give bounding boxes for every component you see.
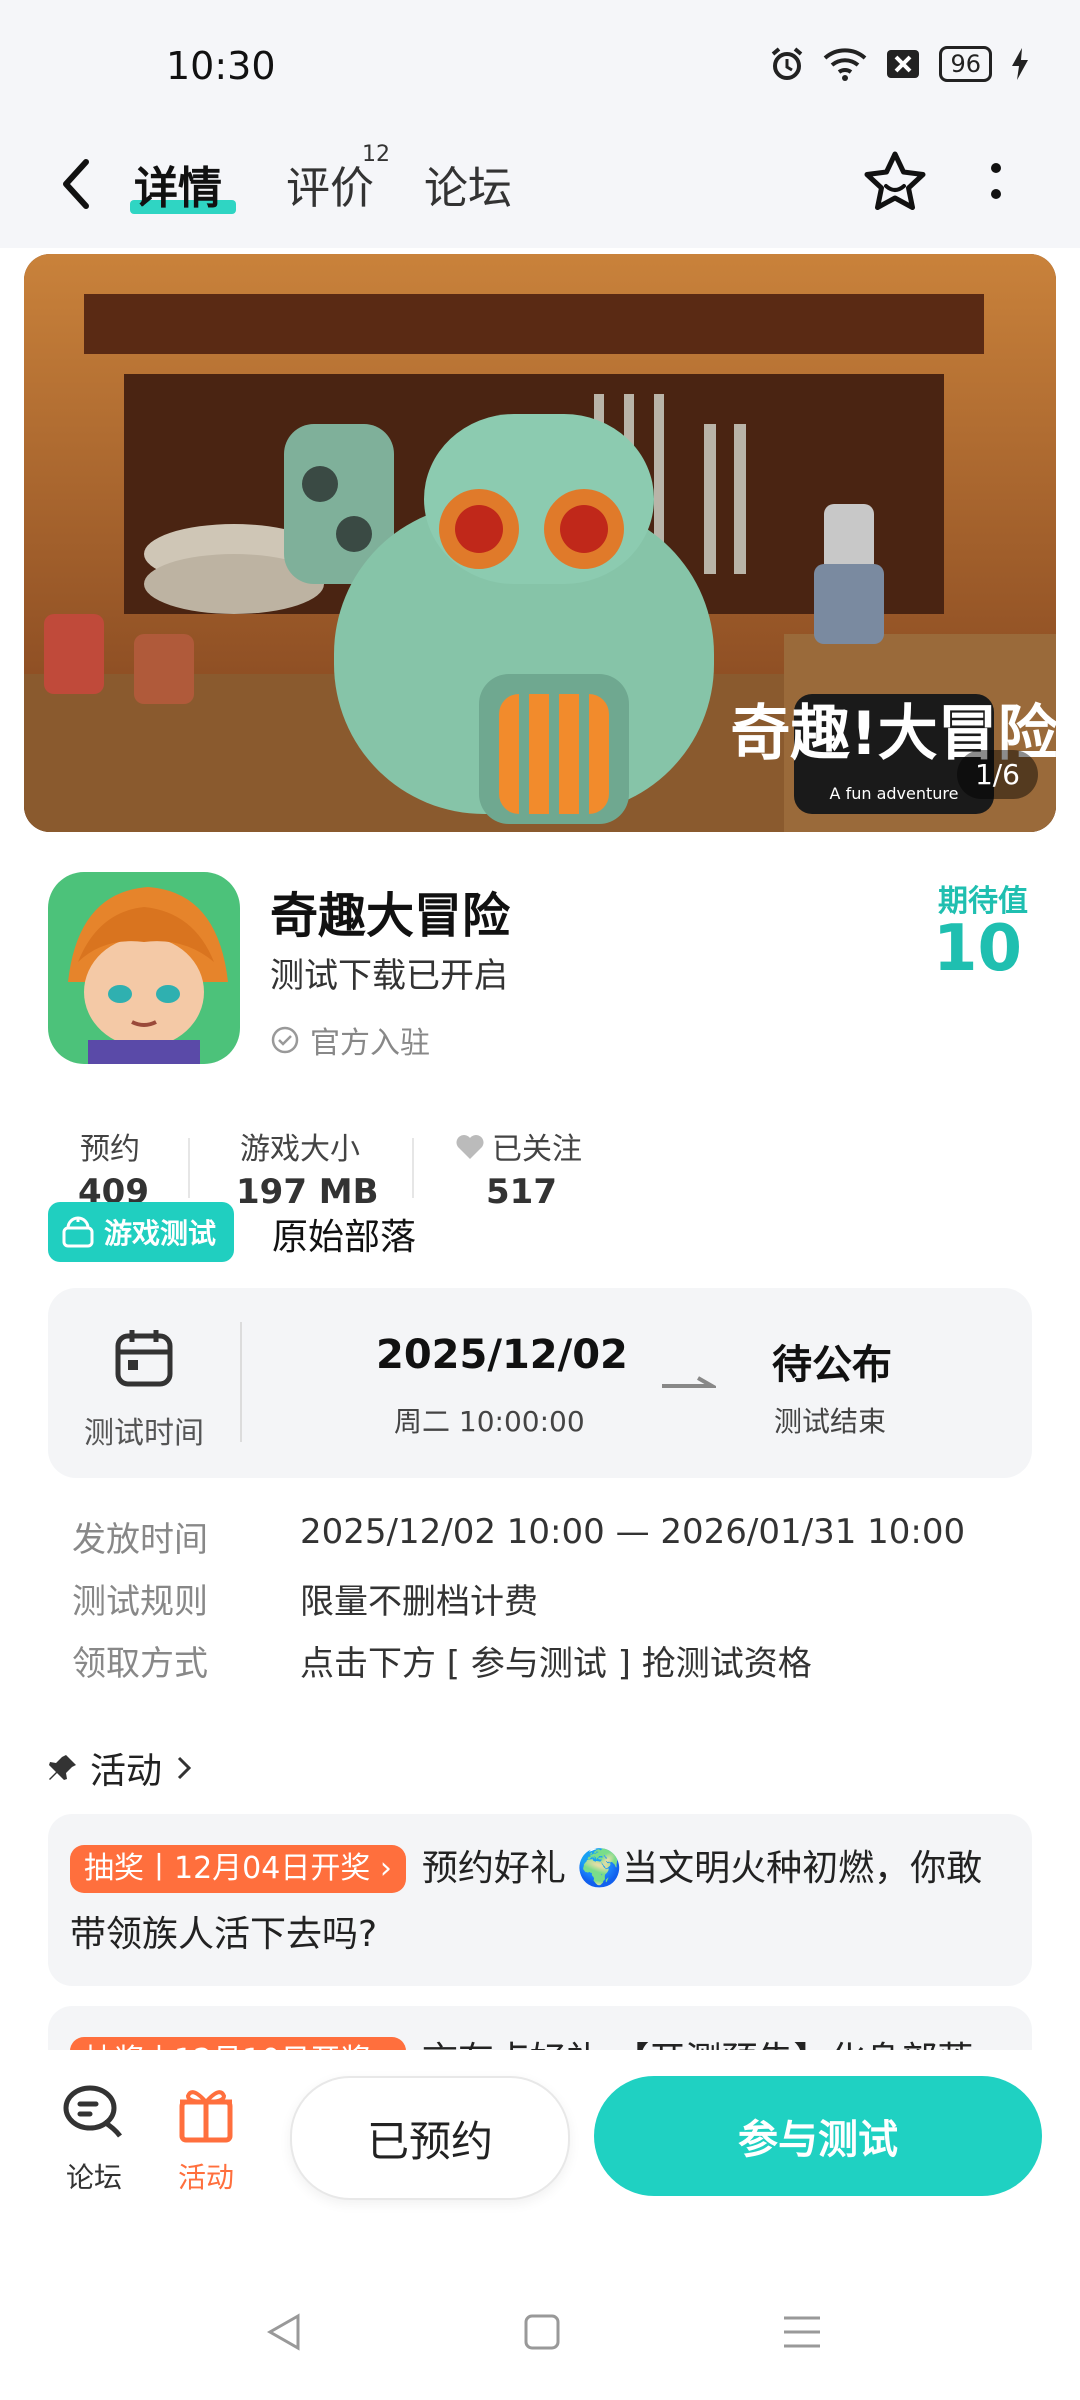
info-value-claim-method: 点击下方 [ 参与测试 ] 抢测试资格: [300, 1644, 812, 1684]
arrow-right-icon: [662, 1376, 716, 1388]
banner-logo-subtitle: A fun adventure: [830, 784, 959, 803]
tab-details[interactable]: 详情: [134, 152, 222, 216]
join-test-button[interactable]: 参与测试: [594, 2076, 1042, 2196]
stat-divider: [412, 1138, 414, 1198]
info-value-release-time: 2025/12/02 10:00 — 2026/01/31 10:00: [300, 1512, 966, 1552]
info-key-test-rules: 测试规则: [72, 1582, 208, 1622]
tab-forum[interactable]: 论坛: [424, 152, 512, 216]
battery-indicator: 96: [939, 46, 992, 82]
game-test-label: 游戏测试: [104, 1217, 217, 1250]
app-icon: [48, 872, 240, 1064]
wifi-icon: [824, 48, 867, 81]
activity-card[interactable]: 抽奖丨12月04日开奖 › 预约好礼 🌍当文明火种初燃，你敢带领族人活下去吗?: [48, 1814, 1032, 1986]
game-test-tag: 游戏测试: [48, 1202, 235, 1262]
info-value-test-rules: 限量不删档计费: [300, 1582, 538, 1622]
system-menu-icon[interactable]: [782, 2314, 822, 2350]
activity-nav-label[interactable]: 活动: [178, 2156, 234, 2196]
calendar-icon: [115, 1330, 173, 1387]
expect-value: 10: [932, 912, 1022, 986]
app-subtitle: 测试下载已开启: [270, 956, 508, 996]
stat-followed-value: 517: [486, 1172, 557, 1212]
stat-followed-label: 已关注: [492, 1132, 582, 1167]
forum-nav-label[interactable]: 论坛: [66, 2156, 122, 2196]
test-time-label: 测试时间: [84, 1416, 204, 1451]
chevron-right-icon: [177, 1756, 192, 1780]
banner-page-indicator: 1/6: [956, 750, 1038, 799]
time-card-divider: [240, 1322, 242, 1442]
review-count-badge: 12: [362, 142, 390, 167]
system-back-icon[interactable]: [266, 2312, 302, 2352]
more-options-icon[interactable]: [986, 158, 1006, 208]
banner-carousel[interactable]: 奇趣!大冒险 A fun adventure: [24, 254, 1056, 832]
stat-size-label: 游戏大小: [240, 1132, 360, 1167]
official-badge: 官方入驻: [270, 1018, 430, 1062]
charging-icon: [1012, 48, 1028, 80]
stat-followed[interactable]: 已关注: [454, 1124, 582, 1168]
tab-reviews[interactable]: 评价: [286, 152, 374, 216]
stat-size-value: 197 MB: [236, 1172, 379, 1212]
system-home-icon[interactable]: [524, 2314, 560, 2350]
pin-icon: [49, 1755, 76, 1780]
reserved-button[interactable]: 已预约: [290, 2076, 570, 2200]
test-icon: [62, 1216, 94, 1248]
stat-divider: [188, 1138, 190, 1198]
banner-artwork: 奇趣!大冒险 A fun adventure: [24, 254, 1056, 832]
forum-chat-icon[interactable]: [60, 2082, 124, 2142]
test-start-time: 周二 10:00:00: [394, 1405, 585, 1438]
app-name: 奇趣大冒险: [270, 888, 511, 944]
info-key-release-time: 发放时间: [72, 1520, 208, 1560]
back-arrow-icon[interactable]: [56, 154, 100, 214]
gift-icon[interactable]: [176, 2080, 236, 2144]
heart-icon: [456, 1135, 484, 1159]
official-label: 官方入驻: [310, 1026, 430, 1061]
check-circle-icon: [271, 1026, 299, 1054]
status-time: 10:30: [166, 44, 276, 88]
favorite-star-icon[interactable]: [860, 148, 930, 218]
alarm-icon: [772, 47, 803, 80]
status-icons: 96: [769, 46, 1030, 82]
test-end-label: 测试结束: [774, 1405, 887, 1438]
activity-title: 活动: [90, 1751, 163, 1792]
info-key-claim-method: 领取方式: [72, 1644, 208, 1684]
lottery-badge[interactable]: 抽奖丨12月04日开奖 ›: [70, 1845, 406, 1893]
activity-section-header[interactable]: 活动: [48, 1742, 194, 1794]
sim-off-icon: [887, 50, 920, 78]
test-start-date: 2025/12/02: [376, 1332, 628, 1378]
test-name: 原始部落: [272, 1217, 417, 1258]
stat-reservations-label: 预约: [80, 1132, 140, 1167]
test-end-value: 待公布: [772, 1342, 892, 1388]
